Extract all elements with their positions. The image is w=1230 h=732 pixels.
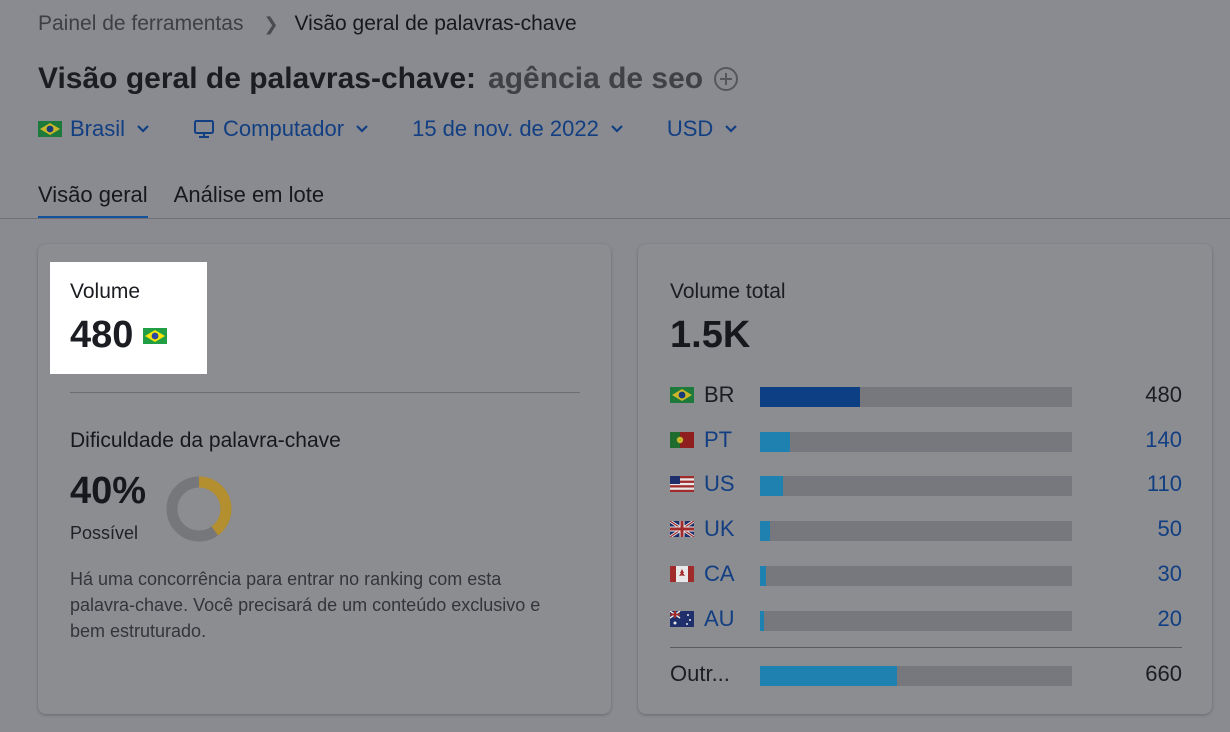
keyword-difficulty-level: Possível xyxy=(70,523,139,543)
canada-flag-icon xyxy=(670,566,694,582)
country-volume: 50 xyxy=(1157,516,1182,541)
keyword-difficulty-label: Dificuldade da palavra-chave xyxy=(70,429,341,452)
monitor-icon xyxy=(194,120,215,138)
volume-bar-track xyxy=(760,521,1072,541)
breadcrumb-current: Visão geral de palavras-chave xyxy=(294,12,577,35)
chevron-down-icon xyxy=(725,125,738,133)
add-keyword-icon[interactable] xyxy=(713,66,739,92)
device-filter[interactable]: Computador xyxy=(193,116,370,142)
currency-filter-label: USD xyxy=(666,116,714,141)
breadcrumb: Painel de ferramentas ❯ Visão geral de p… xyxy=(38,12,577,36)
country-code: Outr... xyxy=(670,661,730,686)
filter-bar: Brasil Computador 15 de nov. de 2022 USD xyxy=(38,116,781,142)
country-volume: 110 xyxy=(1146,471,1182,496)
currency-filter[interactable]: USD xyxy=(667,116,739,142)
breadcrumb-chevron-icon: ❯ xyxy=(263,13,279,34)
volume-bar-track xyxy=(760,566,1072,586)
country-volume: 480 xyxy=(1145,382,1182,407)
volume-label: Volume xyxy=(70,280,141,303)
total-volume-value: 1.5K xyxy=(670,314,751,356)
tabs-divider xyxy=(0,218,1230,219)
country-filter[interactable]: Brasil xyxy=(38,116,151,142)
volume-bar-track xyxy=(760,611,1072,631)
country-volume: 140 xyxy=(1145,427,1182,452)
country-volume: 660 xyxy=(1145,661,1182,686)
country-row-others: Outr... 660 xyxy=(670,659,1182,689)
tabs: Visão geral Análise em lote xyxy=(38,182,350,219)
card-divider xyxy=(70,392,580,393)
australia-flag-icon xyxy=(670,611,694,627)
breadcrumb-home[interactable]: Painel de ferramentas xyxy=(38,12,243,36)
usa-flag-icon xyxy=(670,476,694,492)
volume-bar xyxy=(760,387,860,407)
country-row-br: BR 480 xyxy=(670,380,1182,410)
volume-number: 480 xyxy=(70,314,134,356)
chevron-down-icon xyxy=(356,125,368,133)
brazil-flag-icon xyxy=(670,387,694,403)
keyword-label: agência de seo xyxy=(488,62,704,95)
volume-bar-track xyxy=(760,666,1072,686)
country-filter-label: Brasil xyxy=(70,116,126,141)
brazil-flag-icon xyxy=(143,327,168,344)
date-filter-label: 15 de nov. de 2022 xyxy=(412,116,599,141)
rows-divider xyxy=(670,647,1182,648)
chevron-down-icon xyxy=(137,125,149,133)
difficulty-donut-chart xyxy=(166,476,232,542)
country-code: PT xyxy=(704,427,733,452)
country-volume: 30 xyxy=(1157,561,1182,586)
page-title: Visão geral de palavras-chave: agência d… xyxy=(38,62,739,96)
volume-bar-track xyxy=(760,476,1072,496)
country-code: AU xyxy=(704,606,735,631)
tab-overview[interactable]: Visão geral xyxy=(38,182,148,219)
volume-bar-track xyxy=(760,387,1072,407)
chevron-down-icon xyxy=(611,125,623,133)
volume-bar xyxy=(760,566,767,586)
country-row-au[interactable]: AU 20 xyxy=(670,604,1182,634)
brazil-flag-icon xyxy=(38,121,62,137)
country-row-ca[interactable]: CA 30 xyxy=(670,559,1182,589)
volume-bar xyxy=(760,521,771,541)
page-title-text: Visão geral de palavras-chave: xyxy=(38,62,477,95)
country-row-pt[interactable]: PT 140 xyxy=(670,425,1182,455)
uk-flag-icon xyxy=(670,521,694,537)
country-code: CA xyxy=(704,561,735,586)
total-volume-label: Volume total xyxy=(670,280,786,303)
date-filter[interactable]: 15 de nov. de 2022 xyxy=(412,116,625,142)
volume-bar xyxy=(760,432,790,452)
country-row-us[interactable]: US 110 xyxy=(670,469,1182,499)
device-filter-label: Computador xyxy=(223,116,345,141)
volume-bar xyxy=(760,611,765,631)
country-code: US xyxy=(704,471,735,496)
country-row-uk[interactable]: UK 50 xyxy=(670,514,1182,544)
country-code: BR xyxy=(704,382,735,407)
volume-bar xyxy=(760,666,898,686)
volume-bar-track xyxy=(760,432,1072,452)
volume-bar xyxy=(760,476,784,496)
country-volume: 20 xyxy=(1157,606,1182,631)
portugal-flag-icon xyxy=(670,432,694,448)
country-code: UK xyxy=(704,516,735,541)
keyword-difficulty-value: 40% xyxy=(70,470,147,512)
keyword-difficulty-description: Há uma concorrência para entrar no ranki… xyxy=(70,569,541,641)
volume-value: 480 xyxy=(70,314,168,357)
tab-batch-analysis[interactable]: Análise em lote xyxy=(174,182,324,219)
